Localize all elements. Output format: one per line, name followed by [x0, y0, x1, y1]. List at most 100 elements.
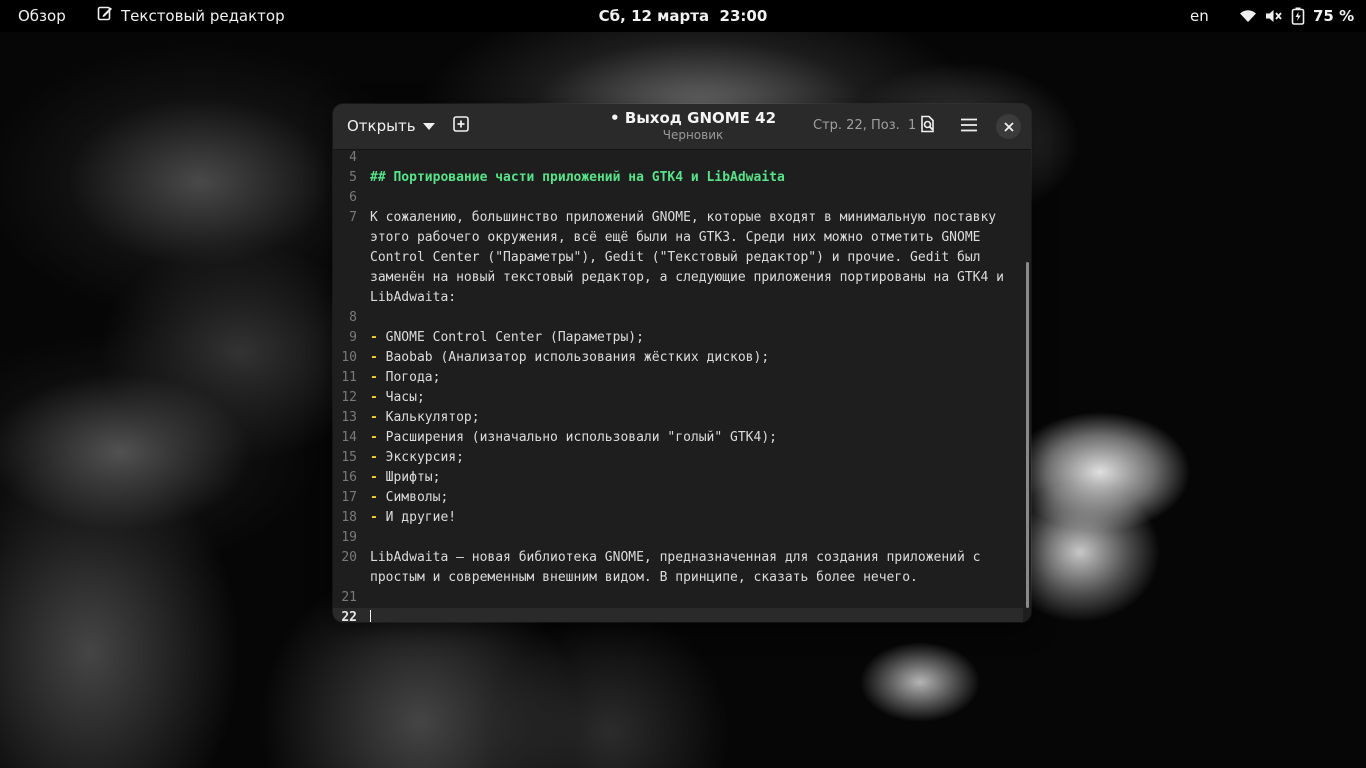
- line-text: - Часы;: [370, 388, 1022, 408]
- line-content: И другие!: [377, 510, 457, 525]
- line-text: - И другие!: [370, 508, 1022, 528]
- line-content: Символы;: [377, 490, 449, 505]
- line-content: Шрифты;: [377, 470, 441, 485]
- line-number: 10: [341, 350, 357, 365]
- line-number: 14: [341, 430, 357, 445]
- line-text: - Baobab (Анализатор использования жёстк…: [370, 348, 1022, 368]
- main-menu-button[interactable]: [954, 111, 984, 141]
- line-number: 15: [341, 450, 357, 465]
- editor-line[interactable]: 5 ## Портирование части приложений на GTK…: [333, 168, 1023, 188]
- list-bullet: -: [370, 350, 378, 365]
- search-button[interactable]: [913, 111, 943, 141]
- list-bullet: -: [370, 490, 378, 505]
- open-button-label: Открыть: [347, 117, 416, 135]
- line-number: 7: [349, 210, 357, 225]
- battery-percentage: 75 %: [1313, 7, 1355, 25]
- text-editor-window: Открыть • Выход GNOME 42 Черновик Стр. 2…: [333, 104, 1031, 622]
- line-text: - Погода;: [370, 368, 1022, 388]
- list-bullet: -: [370, 450, 378, 465]
- line-number: 11: [341, 370, 357, 385]
- editor-line[interactable]: 6: [333, 188, 1023, 208]
- keyboard-layout-indicator[interactable]: en: [1190, 0, 1209, 32]
- list-bullet: -: [370, 510, 378, 525]
- wifi-icon: [1239, 8, 1257, 24]
- open-button[interactable]: Открыть: [339, 111, 443, 141]
- line-text: - Калькулятор;: [370, 408, 1022, 428]
- line-number: 19: [341, 530, 357, 545]
- editor-line[interactable]: 17- Символы;: [333, 488, 1023, 508]
- line-text: - GNOME Control Center (Параметры);: [370, 328, 1022, 348]
- app-menu-label: Текстовый редактор: [121, 7, 285, 25]
- text-view[interactable]: 4 5 ## Портирование части приложений на GT…: [333, 150, 1031, 622]
- text-lines: 4 5 ## Портирование части приложений на GT…: [333, 148, 1023, 622]
- vertical-scrollbar[interactable]: [1026, 262, 1029, 608]
- list-bullet: -: [370, 470, 378, 485]
- editor-line[interactable]: 16- Шрифты;: [333, 468, 1023, 488]
- line-number: 12: [341, 390, 357, 405]
- modified-indicator: •: [609, 109, 620, 127]
- editor-line[interactable]: 10- Baobab (Анализатор использования жёс…: [333, 348, 1023, 368]
- line-content: Часы;: [377, 390, 425, 405]
- clock-button[interactable]: Сб, 12 марта 23:00: [599, 7, 768, 25]
- editor-line[interactable]: 20 LibAdwaita – новая библиотека GNOME, п…: [333, 548, 1023, 588]
- new-tab-icon: [453, 116, 469, 136]
- markdown-heading: ## Портирование части приложений на GTK4…: [370, 170, 785, 185]
- editor-line[interactable]: 4: [333, 148, 1023, 168]
- line-content: Расширения (изначально использовали "гол…: [377, 430, 777, 445]
- list-bullet: -: [370, 390, 378, 405]
- line-number: 4: [349, 150, 357, 165]
- editor-line[interactable]: 9- GNOME Control Center (Параметры);: [333, 328, 1023, 348]
- volume-muted-icon: [1265, 8, 1283, 24]
- line-text: - Символы;: [370, 488, 1022, 508]
- line-number: 17: [341, 490, 357, 505]
- text-cursor: [370, 610, 371, 622]
- line-content: Погода;: [377, 370, 441, 385]
- close-button[interactable]: [996, 114, 1021, 139]
- editor-line[interactable]: 12- Часы;: [333, 388, 1023, 408]
- editor-line[interactable]: 18- И другие!: [333, 508, 1023, 528]
- line-text: LibAdwaita – новая библиотека GNOME, пре…: [370, 548, 1022, 588]
- battery-icon: [1291, 7, 1305, 25]
- line-number: 5: [349, 170, 357, 185]
- line-number: 6: [349, 190, 357, 205]
- window-title-area[interactable]: • Выход GNOME 42 Черновик: [573, 109, 813, 143]
- line-number: 8: [349, 310, 357, 325]
- editor-line[interactable]: 15- Экскурсия;: [333, 448, 1023, 468]
- text-editor-icon: [97, 0, 113, 32]
- editor-line[interactable]: 19: [333, 528, 1023, 548]
- line-text: К сожалению, большинство приложений GNOM…: [370, 208, 1022, 308]
- line-number: 20: [341, 550, 357, 565]
- line-text: - Расширения (изначально использовали "г…: [370, 428, 1022, 448]
- chevron-down-icon: [422, 117, 435, 135]
- line-content: Baobab (Анализатор использования жёстких…: [377, 350, 770, 365]
- line-text: - Шрифты;: [370, 468, 1022, 488]
- line-content: Калькулятор;: [377, 410, 480, 425]
- app-menu-button[interactable]: Текстовый редактор: [97, 0, 285, 32]
- line-number: 13: [341, 410, 357, 425]
- cursor-position-indicator[interactable]: Стр. 22, Поз. 1: [813, 118, 916, 133]
- line-content: LibAdwaita – новая библиотека GNOME, пре…: [370, 550, 989, 585]
- editor-line[interactable]: 13 - Калькулятор;: [333, 408, 1023, 428]
- system-status-menu[interactable]: 75 %: [1239, 0, 1354, 32]
- new-tab-button[interactable]: [447, 111, 475, 141]
- list-bullet: -: [370, 370, 378, 385]
- line-number: 21: [341, 590, 357, 605]
- line-number: 16: [341, 470, 357, 485]
- editor-line[interactable]: 21: [333, 588, 1023, 608]
- line-number: 18: [341, 510, 357, 525]
- document-subtitle: Черновик: [662, 128, 724, 142]
- line-text: ## Портирование части приложений на GTK4…: [370, 168, 1022, 188]
- line-content: Экскурсия;: [377, 450, 464, 465]
- top-bar: Обзор Текстовый редактор Сб, 12 марта 23…: [0, 0, 1366, 32]
- editor-line[interactable]: 7 К сожалению, большинство приложений GNO…: [333, 208, 1023, 308]
- header-bar[interactable]: Открыть • Выход GNOME 42 Черновик Стр. 2…: [333, 104, 1031, 150]
- list-bullet: -: [370, 430, 378, 445]
- line-content: К сожалению, большинство приложений GNOM…: [370, 210, 1012, 305]
- editor-line[interactable]: 14- Расширения (изначально использовали …: [333, 428, 1023, 448]
- editor-line[interactable]: 22: [333, 608, 1023, 622]
- document-title: Выход GNOME 42: [624, 109, 777, 127]
- editor-line[interactable]: 11- Погода;: [333, 368, 1023, 388]
- editor-line[interactable]: 8: [333, 308, 1023, 328]
- activities-button[interactable]: Обзор: [18, 0, 66, 32]
- list-bullet: -: [370, 330, 378, 345]
